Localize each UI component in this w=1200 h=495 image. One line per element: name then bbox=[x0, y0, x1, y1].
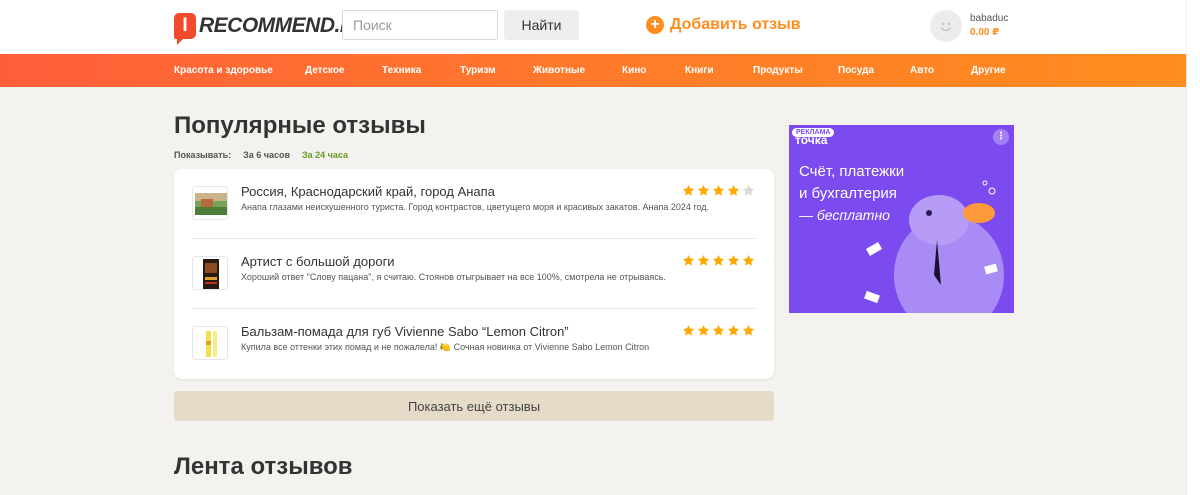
show-more-reviews-button[interactable]: Показать ещё отзывы bbox=[174, 391, 774, 421]
ad-headline-1: Счёт, платежки bbox=[799, 163, 905, 180]
rating-stars bbox=[682, 254, 755, 267]
list-item[interactable]: Россия, Краснодарский край, город Анапа … bbox=[192, 169, 755, 239]
advertisement-banner[interactable]: РЕКЛАМА точка ⋮ Счёт, платежки и бухгалт… bbox=[789, 125, 1014, 313]
star-icon bbox=[712, 184, 725, 196]
review-text: Анапа глазами неискушенного туриста. Гор… bbox=[241, 202, 710, 212]
nav-item-dishes[interactable]: Посуда bbox=[838, 65, 874, 76]
site-logo[interactable]: I RECOMMEND.RU bbox=[174, 12, 370, 45]
nav-item-tech[interactable]: Техника bbox=[382, 65, 421, 76]
nav-item-beauty[interactable]: Красота и здоровье bbox=[174, 65, 273, 76]
ad-brand: точка bbox=[795, 133, 828, 147]
nav-item-auto[interactable]: Авто bbox=[910, 65, 934, 76]
period-filter: Показывать: За 6 часов За 24 часа bbox=[174, 150, 348, 160]
review-text: Купила все оттенки этих помад и не пожал… bbox=[241, 342, 650, 352]
movie-poster-icon bbox=[192, 256, 228, 290]
avatar[interactable] bbox=[930, 10, 962, 42]
star-icon bbox=[682, 184, 695, 196]
ad-menu-icon[interactable]: ⋮ bbox=[993, 129, 1009, 145]
star-icon bbox=[742, 254, 755, 266]
nav-item-tourism[interactable]: Туризм bbox=[460, 65, 496, 76]
ad-headline-3: — бесплатно bbox=[799, 207, 890, 223]
review-feed-title: Лента отзывов bbox=[174, 453, 353, 480]
lip-balm-photo-icon bbox=[192, 326, 228, 360]
add-review-link[interactable]: + Добавить отзыв bbox=[646, 16, 801, 34]
page-scrollbar[interactable] bbox=[1186, 0, 1200, 495]
logo-badge: I bbox=[174, 13, 196, 45]
star-icon bbox=[712, 254, 725, 266]
star-icon bbox=[682, 254, 695, 266]
review-title[interactable]: Бальзам-помада для губ Vivienne Sabo “Le… bbox=[241, 324, 569, 339]
nav-item-books[interactable]: Книги bbox=[685, 65, 714, 76]
site-header: I RECOMMEND.RU Найти + Добавить отзыв ba… bbox=[0, 0, 1186, 54]
nav-item-kids[interactable]: Детское bbox=[305, 65, 345, 76]
star-icon bbox=[697, 254, 710, 266]
nav-item-other[interactable]: Другие bbox=[971, 65, 1006, 76]
search-input[interactable] bbox=[342, 10, 498, 40]
show-label: Показывать: bbox=[174, 150, 232, 160]
rating-stars bbox=[682, 184, 755, 197]
list-item[interactable]: Бальзам-помада для губ Vivienne Sabo “Le… bbox=[192, 309, 755, 379]
username-link[interactable]: babaduc bbox=[970, 13, 1008, 24]
star-icon bbox=[727, 254, 740, 266]
add-review-label: Добавить отзыв bbox=[670, 16, 801, 33]
category-nav: Красота и здоровье Детское Техника Туриз… bbox=[0, 54, 1186, 87]
landscape-photo-icon bbox=[192, 186, 228, 220]
user-balance: 0.00 ₽ bbox=[970, 27, 1000, 38]
search-button[interactable]: Найти bbox=[504, 10, 579, 40]
popular-reviews-title: Популярные отзывы bbox=[174, 112, 426, 139]
star-icon bbox=[682, 324, 695, 336]
star-icon bbox=[742, 184, 755, 196]
filter-24h[interactable]: За 24 часа bbox=[302, 150, 348, 160]
filter-6h[interactable]: За 6 часов bbox=[243, 150, 290, 160]
nav-item-movies[interactable]: Кино bbox=[622, 65, 646, 76]
star-icon bbox=[697, 324, 710, 336]
review-title[interactable]: Россия, Краснодарский край, город Анапа bbox=[241, 184, 495, 199]
star-icon bbox=[727, 184, 740, 196]
smiley-icon bbox=[940, 22, 952, 32]
nav-item-food[interactable]: Продукты bbox=[753, 65, 803, 76]
rating-stars bbox=[682, 324, 755, 337]
star-icon bbox=[727, 324, 740, 336]
ad-headline-2: и бухгалтерия bbox=[799, 185, 897, 202]
list-item[interactable]: Артист с большой дороги Хороший ответ "С… bbox=[192, 239, 755, 309]
plus-icon: + bbox=[646, 16, 664, 34]
review-text: Хороший ответ "Слову пацана", я считаю. … bbox=[241, 272, 666, 282]
review-title[interactable]: Артист с большой дороги bbox=[241, 254, 395, 269]
star-icon bbox=[742, 324, 755, 336]
star-icon bbox=[697, 184, 710, 196]
popular-reviews-list: Россия, Краснодарский край, город Анапа … bbox=[174, 169, 774, 379]
nav-item-animals[interactable]: Животные bbox=[533, 65, 585, 76]
star-icon bbox=[712, 324, 725, 336]
